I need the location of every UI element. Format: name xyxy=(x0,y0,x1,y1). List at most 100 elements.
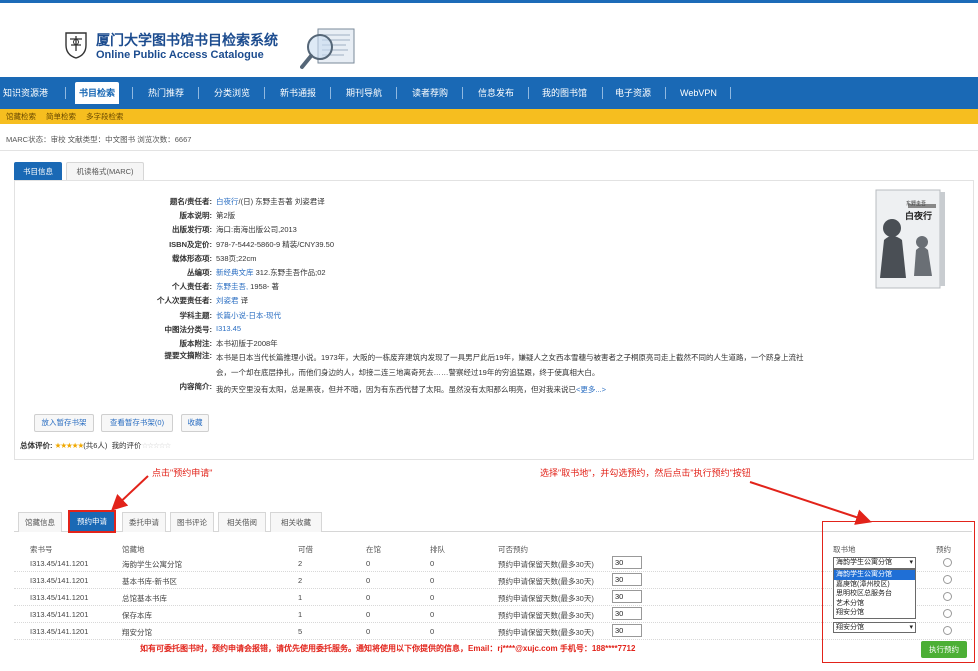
tab-reserve[interactable]: 预约申请 xyxy=(68,510,116,533)
field-label: 个人次要责任者: xyxy=(157,296,212,305)
field-value-text: 海口:南海出版公司,2013 xyxy=(216,225,297,234)
cell-reserve-text: 预约申请保留天数(最多30天) xyxy=(498,560,594,569)
nav-item-webvpn[interactable]: WebVPN xyxy=(680,77,717,109)
col-queue: 排队 xyxy=(430,545,445,554)
tab-bib-info[interactable]: 书目信息 xyxy=(14,162,62,180)
cell-reserve-text: 预约申请保留天数(最多30天) xyxy=(498,628,594,637)
nav-divider xyxy=(396,87,397,99)
cell-reserve-text: 预约申请保留天数(最多30天) xyxy=(498,611,594,620)
tab-delegate[interactable]: 委托申请 xyxy=(122,512,166,532)
nav-item-knowledge[interactable]: 知识资源港 xyxy=(3,77,48,109)
cell-location: 总馆基本书库 xyxy=(122,594,167,603)
cell-location: 保存本库 xyxy=(122,611,152,620)
cell-in-library: 0 xyxy=(366,593,371,602)
col-available: 可借 xyxy=(298,545,313,554)
field-label: 出版发行项: xyxy=(172,225,212,234)
field-value: 白夜行/(日) 东野圭吾著 刘姿君译 xyxy=(216,196,325,207)
field-label: 丛编项: xyxy=(187,268,212,277)
divider xyxy=(0,150,978,151)
keep-days-input[interactable]: 30 xyxy=(612,607,642,620)
tab-holdings[interactable]: 馆藏信息 xyxy=(18,512,62,532)
bottom-notice: 如有可委托图书时，预约申请会报错，请优先使用委托服务。通知将使用以下你提供的信息… xyxy=(140,644,636,653)
tab-related-favorites[interactable]: 相关收藏 xyxy=(270,512,322,532)
tab-marc[interactable]: 机读格式(MARC) xyxy=(66,162,144,180)
sub-nav: 馆藏检索 简单检索 多字段检索 xyxy=(0,109,978,124)
execute-reserve-button[interactable]: 执行预约 xyxy=(921,641,967,658)
field-label: ISBN及定价: xyxy=(169,240,212,249)
nav-item-eresources[interactable]: 电子资源 xyxy=(615,77,651,109)
field-label: 提要文摘附注: xyxy=(164,351,213,360)
cell-available: 1 xyxy=(298,610,303,619)
main-nav: 知识资源港 书目检索 热门推荐 分类浏览 新书通报 期刊导航 读者荐购 信息发布… xyxy=(0,77,978,109)
nav-item-journals[interactable]: 期刊导航 xyxy=(346,77,382,109)
tab-reviews[interactable]: 图书评论 xyxy=(170,512,214,532)
cell-queue: 0 xyxy=(430,576,435,585)
nav-divider xyxy=(198,87,199,99)
rating-line: 总体评价: ★★★★★(共6人) 我的评价☆☆☆☆☆ xyxy=(20,440,172,451)
nav-divider xyxy=(730,87,731,99)
keep-days-input[interactable]: 30 xyxy=(612,556,642,569)
cell-reserve-text: 预约申请保留天数(最多30天) xyxy=(498,577,594,586)
keep-days-input[interactable]: 30 xyxy=(612,624,642,637)
col-location: 馆藏地 xyxy=(122,545,145,554)
nav-divider xyxy=(264,87,265,99)
overall-stars: ★★★★★ xyxy=(54,441,85,450)
field-value-link[interactable]: 新经典文库 xyxy=(216,268,254,277)
keep-days-input[interactable]: 30 xyxy=(612,573,642,586)
my-rating-stars[interactable]: ☆☆☆☆☆ xyxy=(142,441,172,450)
field-label: 个人责任者: xyxy=(172,282,212,291)
field-label: 版本附注: xyxy=(179,339,213,348)
nav-divider xyxy=(602,87,603,99)
col-call-number: 索书号 xyxy=(30,545,53,554)
cell-location: 基本书库-新书区 xyxy=(122,577,177,586)
cell-location: 海韵学生公寓分馆 xyxy=(122,560,182,569)
nav-divider xyxy=(665,87,666,99)
cell-location: 翔安分馆 xyxy=(122,628,152,637)
field-value-link[interactable]: 白夜行 xyxy=(216,197,239,206)
subnav-holding-search[interactable]: 馆藏检索 xyxy=(6,111,36,122)
nav-item-recommend[interactable]: 读者荐购 xyxy=(412,77,448,109)
nav-item-hot[interactable]: 热门推荐 xyxy=(148,77,184,109)
field-value-link[interactable]: I313.45 xyxy=(216,324,241,333)
field-label: 题名/责任者: xyxy=(169,197,212,206)
favorite-button[interactable]: 收藏 xyxy=(181,414,209,432)
cell-call-number: I313.45/141.1201 xyxy=(30,610,89,619)
cell-available: 2 xyxy=(298,559,303,568)
field-value-text: 译 xyxy=(238,296,249,305)
cell-call-number: I313.45/141.1201 xyxy=(30,593,89,602)
nav-item-news[interactable]: 信息发布 xyxy=(478,77,514,109)
annotation-select-pickup: 选择"取书地"，并勾选预约，然后点击"执行预约"按钮 xyxy=(540,468,751,478)
marc-status-line: MARC状态：审校 文献类型：中文图书 浏览次数：6667 xyxy=(6,135,192,144)
header: 厦门大学图书馆书目检索系统 Online Public Access Catal… xyxy=(0,3,978,76)
cell-call-number: I313.45/141.1201 xyxy=(30,576,89,585)
nav-divider xyxy=(65,87,66,99)
keep-days-input[interactable]: 30 xyxy=(612,590,642,603)
cell-in-library: 0 xyxy=(366,627,371,636)
content-text: 我的天空里没有太阳，总是黑夜，但并不暗，因为有东西代替了太阳。虽然没有太阳那么明… xyxy=(216,384,606,395)
nav-item-classify[interactable]: 分类浏览 xyxy=(214,77,250,109)
field-value-link[interactable]: 刘姿君 xyxy=(216,296,239,305)
annotation-click-reserve: 点击"预约申请" xyxy=(152,468,213,478)
nav-item-catalog-search[interactable]: 书目检索 xyxy=(75,82,120,104)
field-value-text: 1958- 著 xyxy=(248,282,279,291)
field-value: 第2版 xyxy=(216,210,235,221)
nav-item-my-library[interactable]: 我的图书馆 xyxy=(542,77,587,109)
field-value-text: 本书初版于2008年 xyxy=(216,339,278,348)
my-rating-label: 我的评价 xyxy=(111,441,142,450)
subnav-simple-search[interactable]: 简单检索 xyxy=(46,111,76,122)
nav-item-new-books[interactable]: 新书通报 xyxy=(280,77,316,109)
more-link[interactable]: <更多...> xyxy=(576,385,606,394)
rating-label: 总体评价: xyxy=(20,441,53,450)
field-value-text: 第2版 xyxy=(216,211,236,220)
view-shelf-button[interactable]: 查看暂存书架(0) xyxy=(101,414,173,432)
cover-title: 白夜行 xyxy=(905,211,933,221)
field-value-link[interactable]: 东野圭吾, xyxy=(216,282,248,291)
cell-call-number: I313.45/141.1201 xyxy=(30,627,89,636)
field-value-text: /(日) 东野圭吾著 刘姿君译 xyxy=(238,197,325,206)
tab-related-borrow[interactable]: 相关借阅 xyxy=(218,512,266,532)
field-value-link[interactable]: 长篇小说-日本-现代 xyxy=(216,311,281,320)
add-to-shelf-button[interactable]: 放入暂存书架 xyxy=(34,414,94,432)
subnav-multi-field-search[interactable]: 多字段检索 xyxy=(86,111,124,122)
field-value: 新经典文库 312.东野圭吾作品;02 xyxy=(216,267,326,278)
field-label: 学科主题: xyxy=(179,311,213,320)
